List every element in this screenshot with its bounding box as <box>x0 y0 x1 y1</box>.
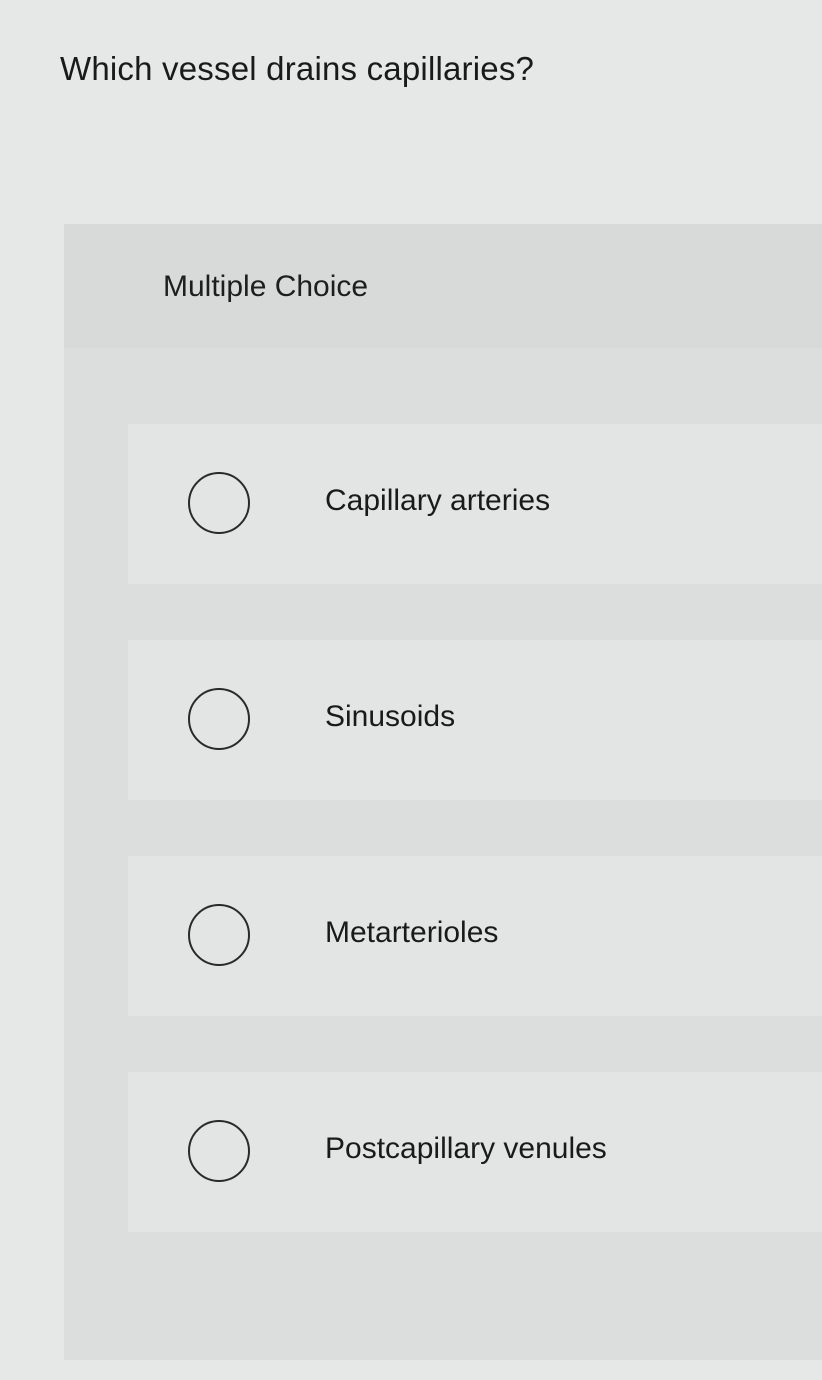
answer-option-label[interactable]: Metarterioles <box>325 916 498 950</box>
answer-option-label[interactable]: Postcapillary venules <box>325 1132 607 1166</box>
answer-option[interactable]: Capillary arteries <box>128 424 822 584</box>
multiple-choice-panel: Multiple Choice Capillary arteries Sinus… <box>64 224 822 1360</box>
answer-option[interactable]: Metarterioles <box>128 856 822 1016</box>
answer-option[interactable]: Postcapillary venules <box>128 1072 822 1232</box>
panel-header: Multiple Choice <box>64 224 822 348</box>
answer-option[interactable]: Sinusoids <box>128 640 822 800</box>
answer-option-label[interactable]: Sinusoids <box>325 700 455 734</box>
question-text: Which vessel drains capillaries? <box>60 50 535 87</box>
radio-button-icon[interactable] <box>188 472 250 534</box>
radio-button-icon[interactable] <box>188 1120 250 1182</box>
answer-option-label[interactable]: Capillary arteries <box>325 484 550 518</box>
question-type-label: Multiple Choice <box>163 270 369 303</box>
radio-button-icon[interactable] <box>188 904 250 966</box>
radio-button-icon[interactable] <box>188 688 250 750</box>
